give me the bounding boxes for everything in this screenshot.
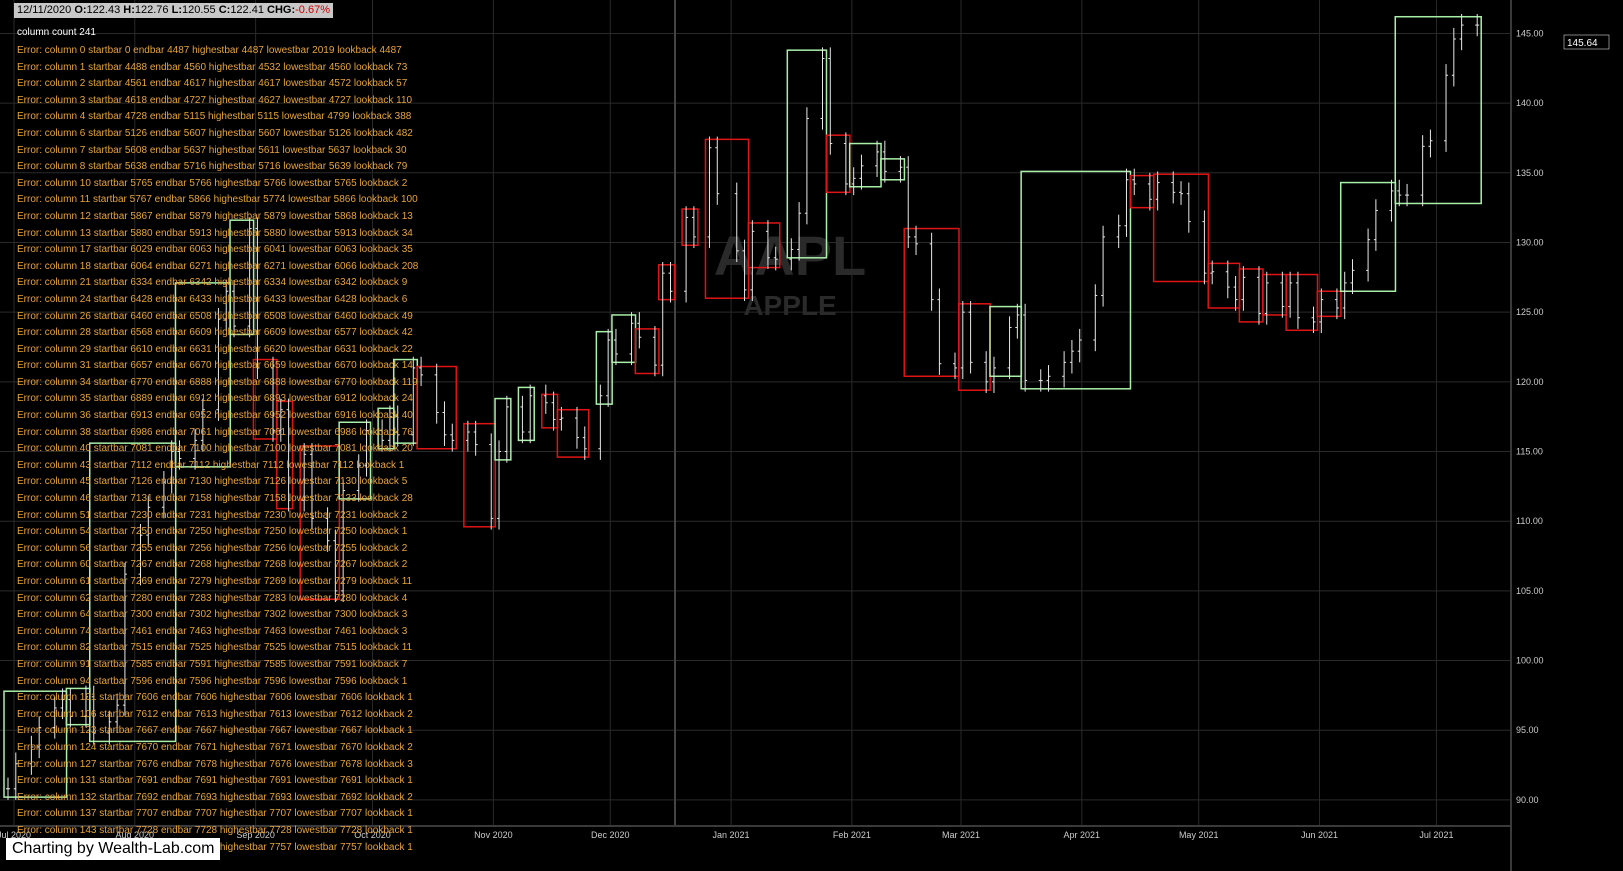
header-low: 120.55 [181, 4, 216, 16]
error-line: Error: column 127 startbar 7676 endbar 7… [17, 758, 413, 770]
error-line: Error: column 29 startbar 6610 endbar 66… [17, 343, 413, 355]
error-line: Error: column 8 startbar 5638 endbar 571… [17, 161, 408, 173]
y-axis: 90.00 95.00 100.00 105.00 110.00 115.00 120.00… [1510, 0, 1544, 871]
y-tick-label: 100.00 [1516, 656, 1544, 666]
error-line: Error: column 124 startbar 7670 endbar 7… [17, 741, 413, 753]
error-line: Error: column 101 startbar 7606 endbar 7… [17, 692, 413, 704]
error-line: Error: column 132 startbar 7692 endbar 7… [17, 791, 413, 803]
error-line: Error: column 123 startbar 7667 endbar 7… [17, 725, 413, 737]
y-tick-label: 120.00 [1516, 377, 1544, 387]
falling-column-box [541, 393, 559, 429]
error-line: Error: column 0 startbar 0 endbar 4487 h… [17, 45, 402, 56]
error-line: Error: column 34 startbar 6770 endbar 68… [17, 376, 418, 388]
x-tick-label: Dec 2020 [591, 830, 630, 840]
x-tick-label: Nov 2020 [474, 830, 513, 840]
y-tick-label: 115.00 [1516, 447, 1543, 457]
x-tick-label: Mar 2021 [942, 830, 980, 840]
error-line: Error: column 56 startbar 7255 endbar 72… [17, 542, 408, 554]
error-line: Error: column 36 startbar 6913 endbar 69… [17, 410, 413, 422]
error-line: Error: column 38 startbar 6986 endbar 70… [17, 426, 413, 438]
y-tick-label: 135.00 [1516, 168, 1544, 178]
error-line: Error: column 143 startbar 7728 endbar 7… [17, 824, 413, 836]
error-line: Error: column 17 startbar 6029 endbar 60… [17, 244, 413, 256]
error-line: Error: column 43 startbar 7112 endbar 71… [17, 459, 405, 471]
credit-label[interactable]: Charting by Wealth-Lab.com [6, 838, 221, 860]
y-tick-label: 145.00 [1516, 28, 1544, 38]
y-tick-label: 105.00 [1516, 586, 1544, 596]
error-line: Error: column 12 startbar 5867 endbar 58… [17, 210, 413, 222]
rising-column-box [1394, 15, 1482, 205]
error-line: Error: column 3 startbar 4618 endbar 472… [17, 94, 413, 106]
error-line: Error: column 46 startbar 7131 endbar 71… [17, 493, 413, 505]
header-open: 122.43 [86, 4, 121, 16]
header-close: 122.41 [230, 4, 264, 16]
y-tick-label: 125.00 [1516, 307, 1544, 317]
rising-column-box [989, 305, 1023, 378]
error-line: Error: column 64 startbar 7300 endbar 73… [17, 609, 408, 621]
y-tick-label: 110.00 [1516, 516, 1543, 526]
error-line: Error: column 1 startbar 4488 endbar 456… [17, 61, 408, 73]
error-line: Error: column 7 startbar 5608 endbar 563… [17, 144, 407, 156]
error-line: Error: column 51 startbar 7230 endbar 72… [17, 509, 408, 521]
error-line: Error: column 61 startbar 7269 endbar 72… [17, 576, 413, 587]
error-line: Error: column 40 startbar 7081 endbar 71… [17, 443, 413, 455]
falling-column-box [556, 408, 590, 458]
rising-column-box [1020, 170, 1132, 390]
falling-column-box [681, 208, 699, 247]
error-line: Error: column 21 startbar 6334 endbar 63… [17, 277, 408, 289]
falling-column-box [1207, 262, 1241, 309]
error-line: Error: column 82 startbar 7515 endbar 75… [17, 642, 413, 654]
error-line: Error: column 6 startbar 5126 endbar 560… [17, 127, 413, 139]
error-line: Error: column 94 startbar 7596 endbar 75… [17, 675, 408, 687]
x-tick-label: Jul 2021 [1419, 830, 1453, 840]
header-high: 122.76 [134, 4, 169, 16]
error-line: Error: column 62 startbar 7280 endbar 72… [17, 592, 408, 604]
error-line: Error: column 137 startbar 7707 endbar 7… [17, 808, 413, 820]
rising-column-box [494, 397, 512, 461]
falling-column-box [463, 422, 496, 528]
error-line: Error: column 131 startbar 7691 endbar 7… [17, 775, 413, 787]
x-tick-label: May 2021 [1179, 830, 1219, 840]
error-line: Error: column 18 startbar 6064 endbar 62… [17, 260, 419, 272]
y-tick-label: 95.00 [1516, 725, 1539, 735]
rising-column-box [848, 142, 882, 188]
error-line: Error: column 31 startbar 6657 endbar 66… [17, 360, 413, 372]
error-line: Error: column 45 startbar 7126 endbar 71… [17, 476, 408, 488]
error-log-list: Error: column 0 startbar 0 endbar 4487 h… [17, 43, 418, 856]
x-tick-label: Feb 2021 [833, 830, 871, 840]
y-axis-line [1510, 0, 1512, 871]
error-line: Error: column 11 startbar 5767 endbar 58… [17, 194, 418, 206]
error-line: Error: column 74 startbar 7461 endbar 74… [17, 625, 408, 637]
error-line: Error: column 106 startbar 7612 endbar 7… [17, 708, 413, 720]
error-line: Error: column 10 startbar 5765 endbar 57… [17, 177, 408, 189]
y-tick-label: 130.00 [1516, 237, 1544, 247]
falling-column-box [958, 303, 991, 391]
header-change: -0.67% [295, 4, 330, 16]
error-line: Error: column 91 startbar 7585 endbar 75… [17, 658, 408, 670]
falling-column-box [657, 264, 676, 301]
header-date: 12/11/2020 [17, 4, 72, 16]
last-price-label: 145.64 [1567, 38, 1598, 49]
x-tick-label: Jun 2021 [1301, 830, 1338, 840]
watermark-name: APPLE [743, 290, 836, 321]
error-line: Error: column 28 startbar 6568 endbar 66… [17, 327, 413, 339]
error-line: Error: column 35 startbar 6889 endbar 69… [17, 393, 413, 405]
x-tick-label: Apr 2021 [1064, 830, 1101, 840]
column-count-label: column count 241 [17, 27, 96, 38]
error-line: Error: column 2 startbar 4561 endbar 461… [17, 78, 408, 90]
y-tick-label: 140.00 [1516, 98, 1544, 108]
error-line: Error: column 54 startbar 7250 endbar 72… [17, 526, 408, 538]
error-line: Error: column 13 startbar 5880 endbar 59… [17, 227, 413, 239]
error-line: Error: column 4 startbar 4728 endbar 511… [17, 111, 412, 123]
error-line: Error: column 60 startbar 7267 endbar 72… [17, 559, 408, 571]
error-line: Error: column 24 startbar 6428 endbar 64… [17, 293, 408, 305]
ohlc-header: 12/11/2020 O:122.43 H:122.76 L:120.55 C:… [14, 3, 333, 18]
error-line: Error: column 26 startbar 6460 endbar 65… [17, 310, 413, 322]
x-tick-label: Jan 2021 [713, 830, 750, 840]
y-tick-label: 90.00 [1516, 795, 1539, 805]
